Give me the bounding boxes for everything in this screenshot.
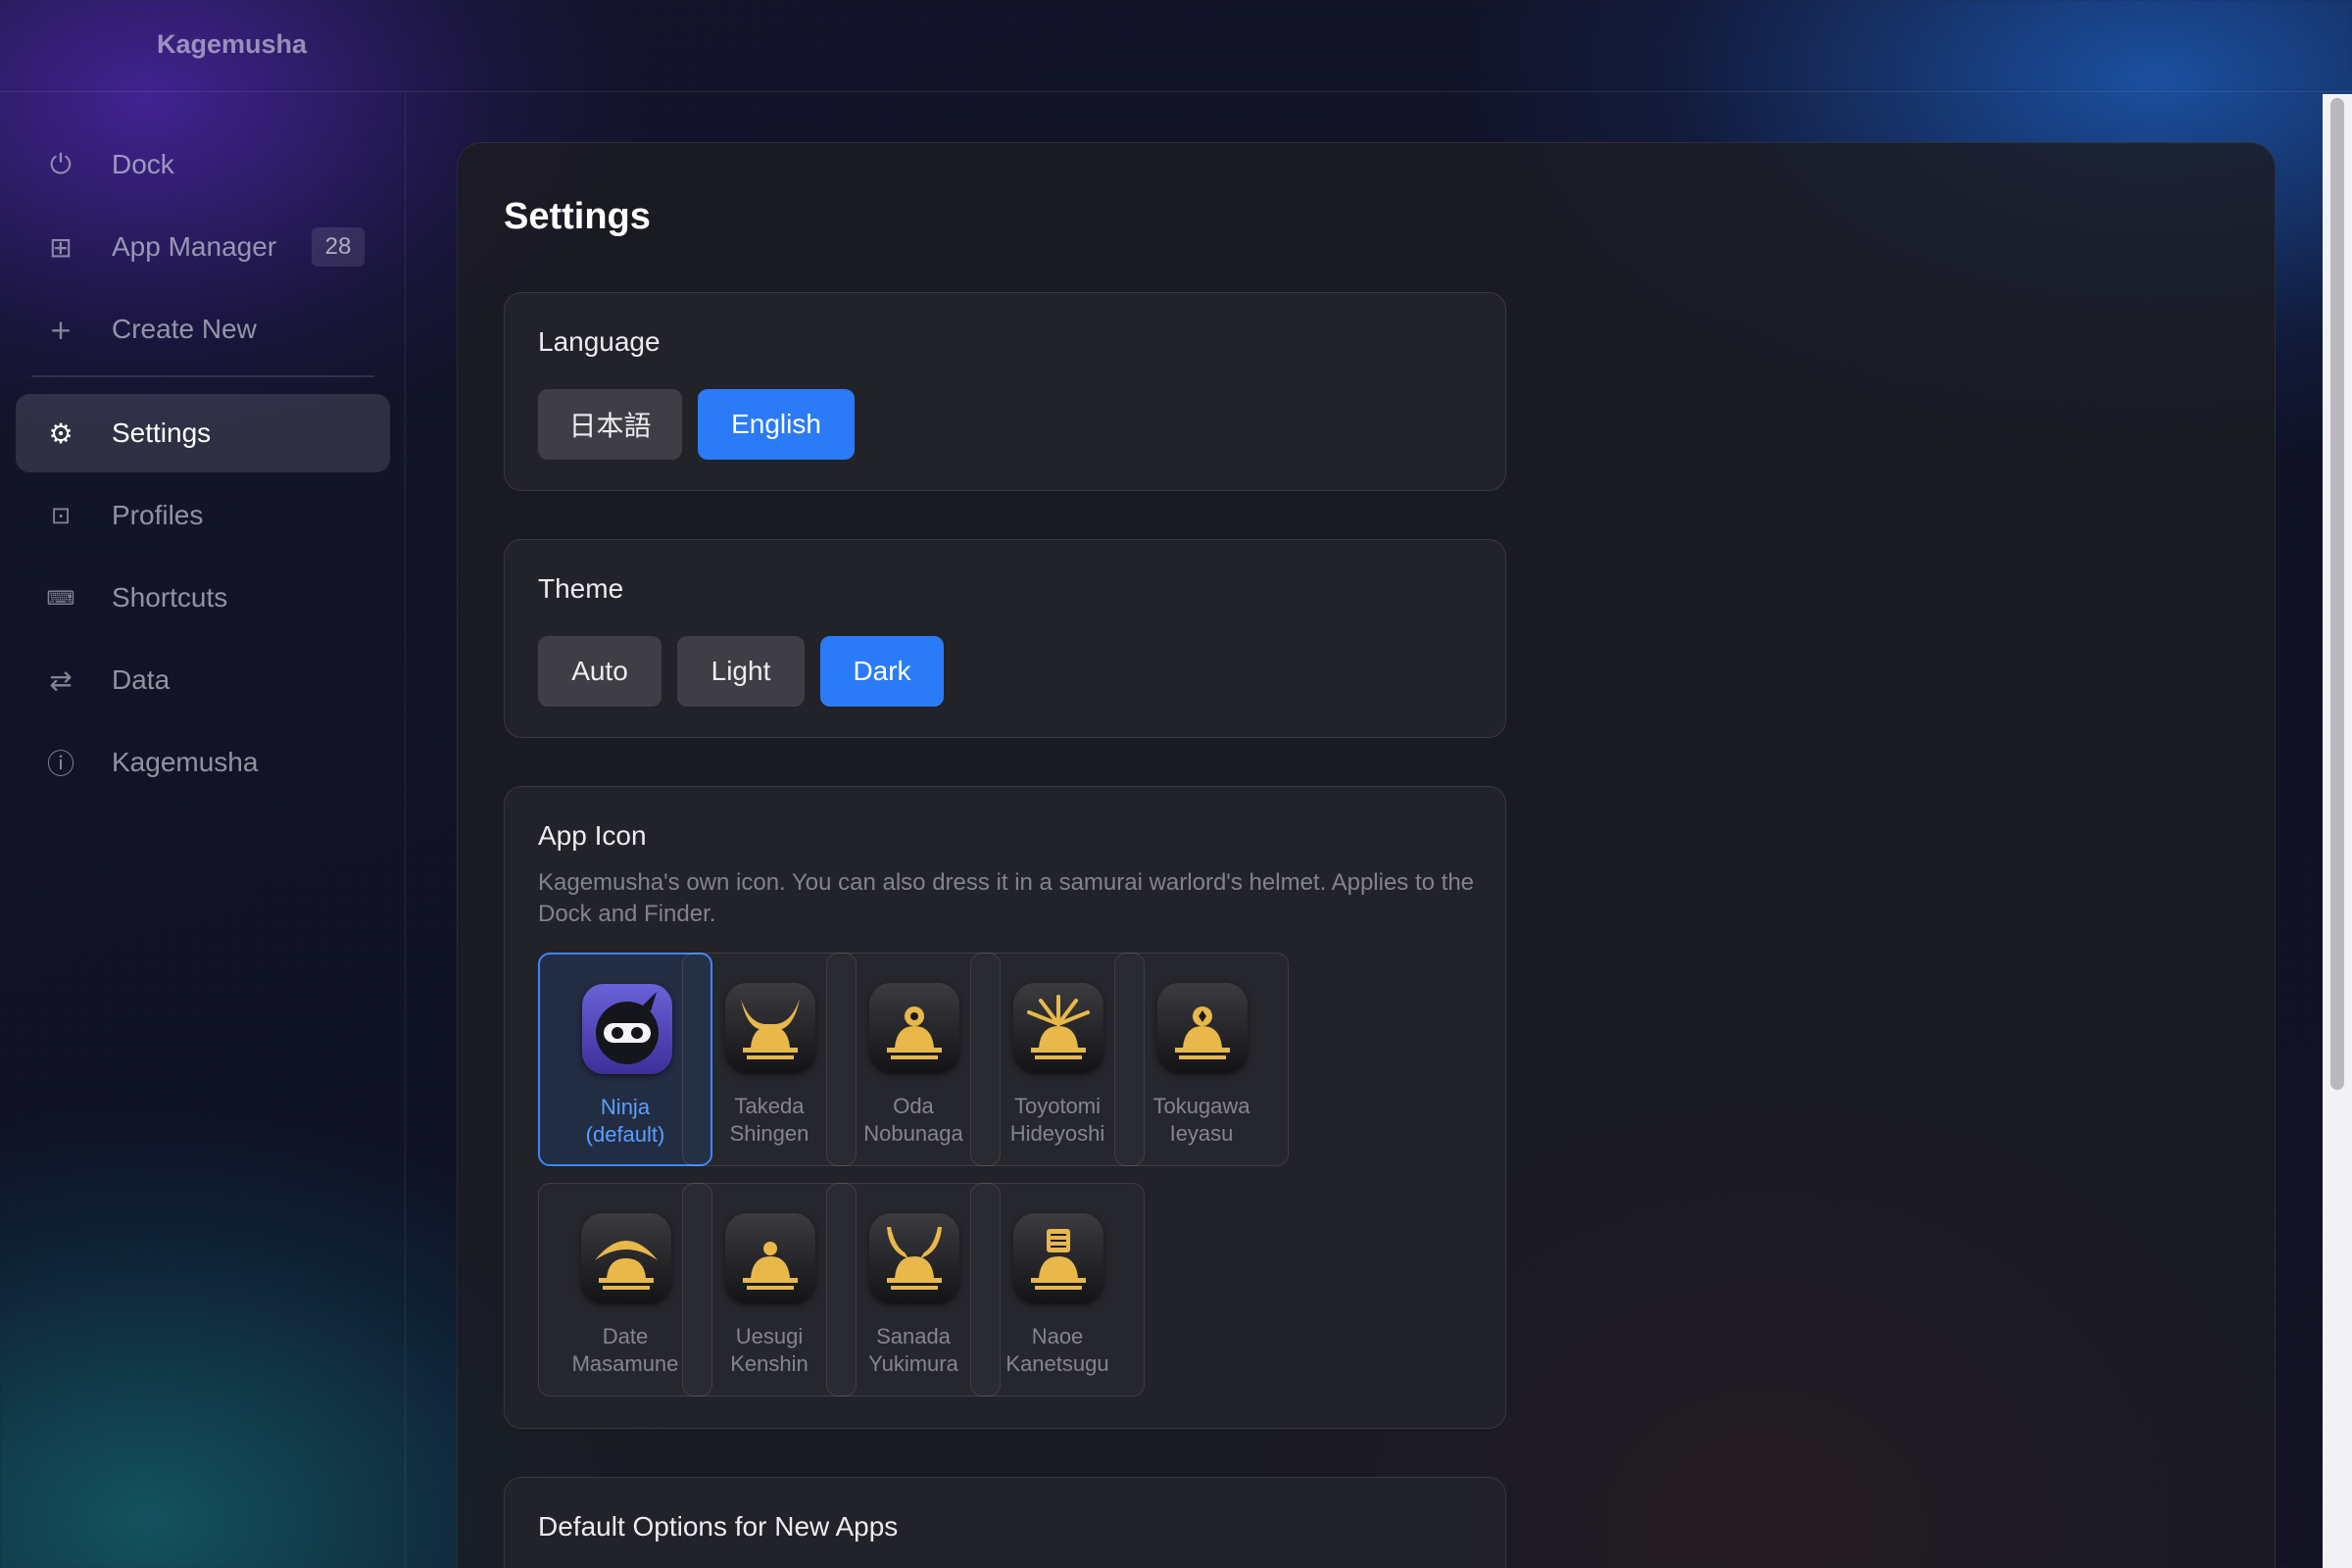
profile-icon: ⊡	[50, 502, 72, 529]
theme-option-auto[interactable]: Auto	[538, 636, 662, 707]
theme-title: Theme	[538, 573, 624, 604]
samurai-helmet-icon	[725, 1213, 815, 1303]
page-title: Settings	[504, 196, 651, 237]
ninja-icon	[582, 984, 672, 1074]
default-options-card: Default Options for New Apps	[504, 1477, 1506, 1568]
sidebar-item-label: Settings	[112, 417, 212, 448]
sidebar-item-shortcuts[interactable]: ⌨ Shortcuts	[16, 559, 390, 637]
app-icon-title: App Icon	[538, 820, 647, 851]
icon-option-label: Naoe Kanetsugu	[1005, 1324, 1109, 1376]
language-option-japanese[interactable]: 日本語	[538, 389, 682, 460]
transfer-arrows-icon: ⇄	[49, 663, 73, 697]
keyboard-icon: ⌨	[46, 586, 75, 610]
sidebar: ⏻ Dock ⊞ App Manager 28 + Create New ⚙ S…	[0, 93, 406, 1568]
app-icon-description: Kagemusha's own icon. You can also dress…	[538, 869, 1475, 927]
sidebar-item-settings[interactable]: ⚙ Settings	[16, 394, 390, 472]
theme-option-light[interactable]: Light	[677, 636, 805, 707]
language-option-english[interactable]: English	[698, 389, 855, 460]
power-icon: ⏻	[49, 148, 73, 180]
samurai-helmet-icon	[1013, 983, 1103, 1073]
sidebar-item-data[interactable]: ⇄ Data	[16, 641, 390, 719]
info-icon: ⓘ	[46, 748, 74, 780]
sidebar-item-label: Data	[112, 664, 171, 695]
grid-icon: ⊞	[49, 230, 73, 264]
language-title: Language	[538, 326, 661, 357]
icon-option-label: Tokugawa Ieyasu	[1152, 1094, 1250, 1146]
icon-option-naoe-kanetsugu[interactable]: Naoe Kanetsugu	[970, 1183, 1145, 1396]
theme-option-dark[interactable]: Dark	[820, 636, 944, 707]
sidebar-item-profiles[interactable]: ⊡ Profiles	[16, 476, 390, 555]
scrollbar-thumb[interactable]	[2330, 98, 2344, 1090]
app-title: Kagemusha	[157, 29, 308, 59]
sidebar-item-label: Dock	[112, 149, 174, 179]
language-card: Language 日本語 English	[504, 292, 1506, 491]
gear-icon: ⚙	[48, 416, 74, 450]
sidebar-item-label: App Manager	[112, 231, 277, 262]
sidebar-item-dock[interactable]: ⏻ Dock	[16, 125, 390, 204]
app-icon-card: App Icon Kagemusha's own icon. You can a…	[504, 786, 1506, 1429]
sidebar-item-about[interactable]: ⓘ Kagemusha	[16, 723, 390, 802]
sidebar-item-label: Shortcuts	[112, 582, 228, 612]
samurai-helmet-icon	[869, 1213, 959, 1303]
theme-card: Theme Auto Light Dark	[504, 539, 1506, 738]
app-count-badge: 28	[312, 227, 365, 267]
plus-icon: +	[49, 313, 73, 346]
samurai-helmet-icon	[869, 983, 959, 1073]
sidebar-item-label: Profiles	[112, 500, 204, 530]
title-bar: Kagemusha	[0, 0, 2352, 92]
default-options-title: Default Options for New Apps	[538, 1511, 899, 1542]
samurai-helmet-icon	[581, 1213, 671, 1303]
sidebar-item-label: Kagemusha	[112, 747, 259, 777]
samurai-helmet-icon	[1157, 983, 1248, 1073]
icon-option-tokugawa-ieyasu[interactable]: Tokugawa Ieyasu	[1114, 953, 1289, 1166]
samurai-helmet-icon	[725, 983, 815, 1073]
samurai-helmet-icon	[1013, 1213, 1103, 1303]
sidebar-divider	[31, 375, 374, 377]
sidebar-item-app-manager[interactable]: ⊞ App Manager 28	[16, 208, 390, 286]
sidebar-item-label: Create New	[112, 314, 257, 344]
sidebar-item-create-new[interactable]: + Create New	[16, 290, 390, 368]
